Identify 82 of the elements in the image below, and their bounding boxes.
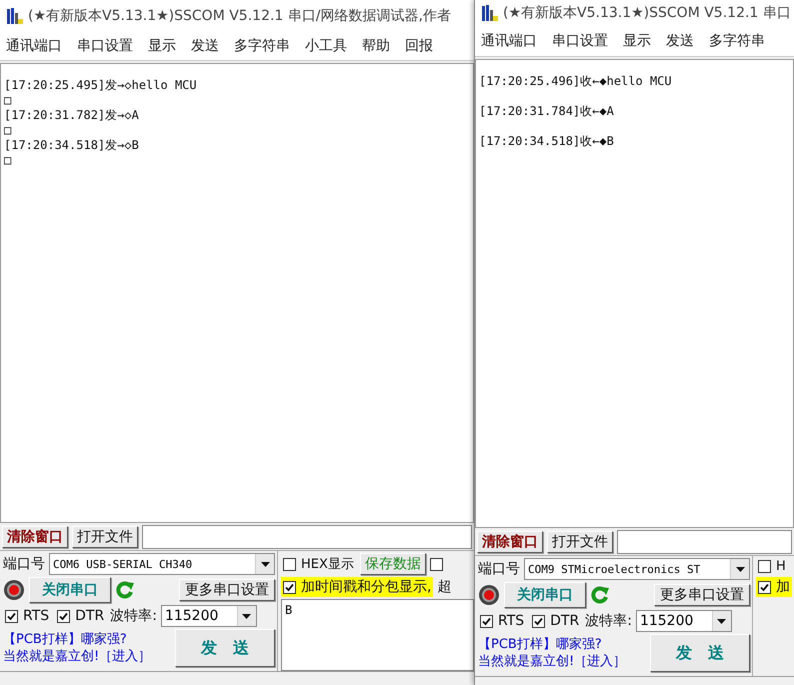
port-label: 端口号	[3, 555, 45, 573]
menu-item[interactable]: 发送	[666, 32, 694, 50]
close-port-button[interactable]: 关闭串口	[504, 582, 586, 608]
menu-item[interactable]: 多字符串	[234, 37, 290, 55]
caret-icon	[717, 618, 726, 624]
menu-item[interactable]: 显示	[148, 37, 176, 55]
menu-item[interactable]: 通讯端口	[481, 32, 537, 50]
menu-item[interactable]: 通讯端口	[6, 37, 62, 55]
checkbox[interactable]	[758, 560, 771, 573]
window-title: (★有新版本V5.13.1★)SSCOM V5.12.1 串口/网络数据调试器,作者	[28, 7, 451, 25]
caret-icon	[260, 562, 270, 566]
refresh-icon[interactable]	[115, 580, 135, 600]
window-title: (★有新版本V5.13.1★)SSCOM V5.12.1 串口	[503, 4, 791, 22]
dtr-checkbox[interactable]: DTR	[530, 612, 582, 630]
dropdown-button[interactable]	[712, 611, 731, 631]
status-led-icon	[3, 579, 25, 601]
dropdown-button[interactable]	[730, 559, 749, 579]
promo-link[interactable]: 【PCB打样】哪家强?	[3, 631, 152, 648]
log-line: [17:20:34.518]发→◇B	[4, 138, 139, 153]
menu-item[interactable]: 串口设置	[77, 37, 133, 55]
menu-item[interactable]: 小工具	[305, 37, 347, 55]
checkbox[interactable]	[57, 610, 70, 622]
port-dropdown[interactable]: COM6 USB-SERIAL CH340	[49, 553, 275, 575]
file-path-field[interactable]	[617, 530, 792, 554]
hex-display-checkbox[interactable]: H	[756, 558, 788, 575]
checkbox[interactable]	[532, 614, 546, 628]
caret-icon	[242, 614, 252, 618]
open-file-button[interactable]: 打开文件	[72, 526, 138, 548]
timeout-label: 超	[437, 578, 452, 596]
send-button[interactable]: 发 送	[175, 629, 275, 667]
dropdown-button[interactable]	[255, 554, 274, 574]
checkbox[interactable]	[283, 558, 296, 570]
rts-checkbox[interactable]: RTS	[478, 612, 526, 630]
dropdown-button[interactable]	[236, 606, 256, 626]
send-button[interactable]: 发 送	[650, 634, 750, 672]
caret-icon	[736, 566, 744, 572]
baud-rate-dropdown[interactable]: 115200	[160, 605, 257, 627]
log-line: [17:20:34.518]收←◆B	[479, 134, 614, 149]
timestamp-checkbox[interactable]: 加	[756, 577, 792, 597]
promo-link[interactable]: 【PCB打样】哪家强?	[478, 636, 626, 653]
checkbox[interactable]	[758, 580, 771, 594]
menu-item[interactable]: 串口设置	[552, 32, 608, 50]
app-icon	[6, 7, 24, 25]
hex-display-checkbox[interactable]: HEX显示	[281, 554, 356, 574]
file-path-field[interactable]	[142, 524, 472, 548]
log-line: [17:20:25.495]发→◇hello MCU	[4, 78, 197, 93]
clear-window-button[interactable]: 清除窗口	[2, 526, 68, 548]
close-port-button[interactable]: 关闭串口	[29, 577, 111, 603]
app-icon	[481, 4, 499, 22]
timestamp-checkbox[interactable]: 加时间戳和分包显示,	[281, 577, 434, 597]
baud-rate-dropdown[interactable]: 115200	[636, 610, 732, 632]
log-line: □	[4, 93, 12, 108]
baud-rate-label: 波特率:	[110, 607, 157, 625]
more-settings-button[interactable]: 更多串口设置	[179, 579, 275, 601]
checkbox[interactable]	[5, 610, 18, 622]
checkbox[interactable]	[283, 580, 296, 594]
send-text-field[interactable]: B	[281, 599, 474, 671]
checkbox[interactable]	[430, 558, 443, 570]
menu-item[interactable]: 回报	[405, 37, 433, 55]
menu-item[interactable]: 帮助	[362, 37, 390, 55]
port-label: 端口号	[478, 560, 520, 578]
refresh-icon[interactable]	[590, 585, 610, 605]
log-line: □	[4, 123, 12, 138]
checkbox[interactable]	[480, 614, 493, 628]
menu-item[interactable]: 显示	[623, 32, 651, 50]
log-line: [17:20:31.784]收←◆A	[479, 104, 614, 119]
promo-link[interactable]: 当然就是嘉立创!［进入］	[478, 653, 626, 670]
baud-rate-label: 波特率:	[585, 612, 632, 630]
more-settings-button[interactable]: 更多串口设置	[654, 584, 750, 606]
port-dropdown[interactable]: COM9 STMicroelectronics ST	[524, 558, 750, 580]
open-file-button[interactable]: 打开文件	[547, 530, 613, 552]
log-line: [17:20:25.496]收←◆hello MCU	[479, 74, 672, 89]
log-line: [17:20:31.782]发→◇A	[4, 108, 139, 123]
dtr-checkbox[interactable]: DTR	[55, 607, 106, 625]
menu-item[interactable]: 发送	[191, 37, 219, 55]
rts-checkbox[interactable]: RTS	[3, 607, 52, 625]
clear-window-button[interactable]: 清除窗口	[477, 530, 543, 552]
log-line: □	[4, 153, 12, 168]
status-led-icon	[478, 584, 500, 606]
menu-item[interactable]: 多字符串	[709, 32, 765, 50]
promo-link[interactable]: 当然就是嘉立创!［进入］	[3, 648, 152, 665]
save-data-button[interactable]: 保存数据	[360, 553, 426, 575]
